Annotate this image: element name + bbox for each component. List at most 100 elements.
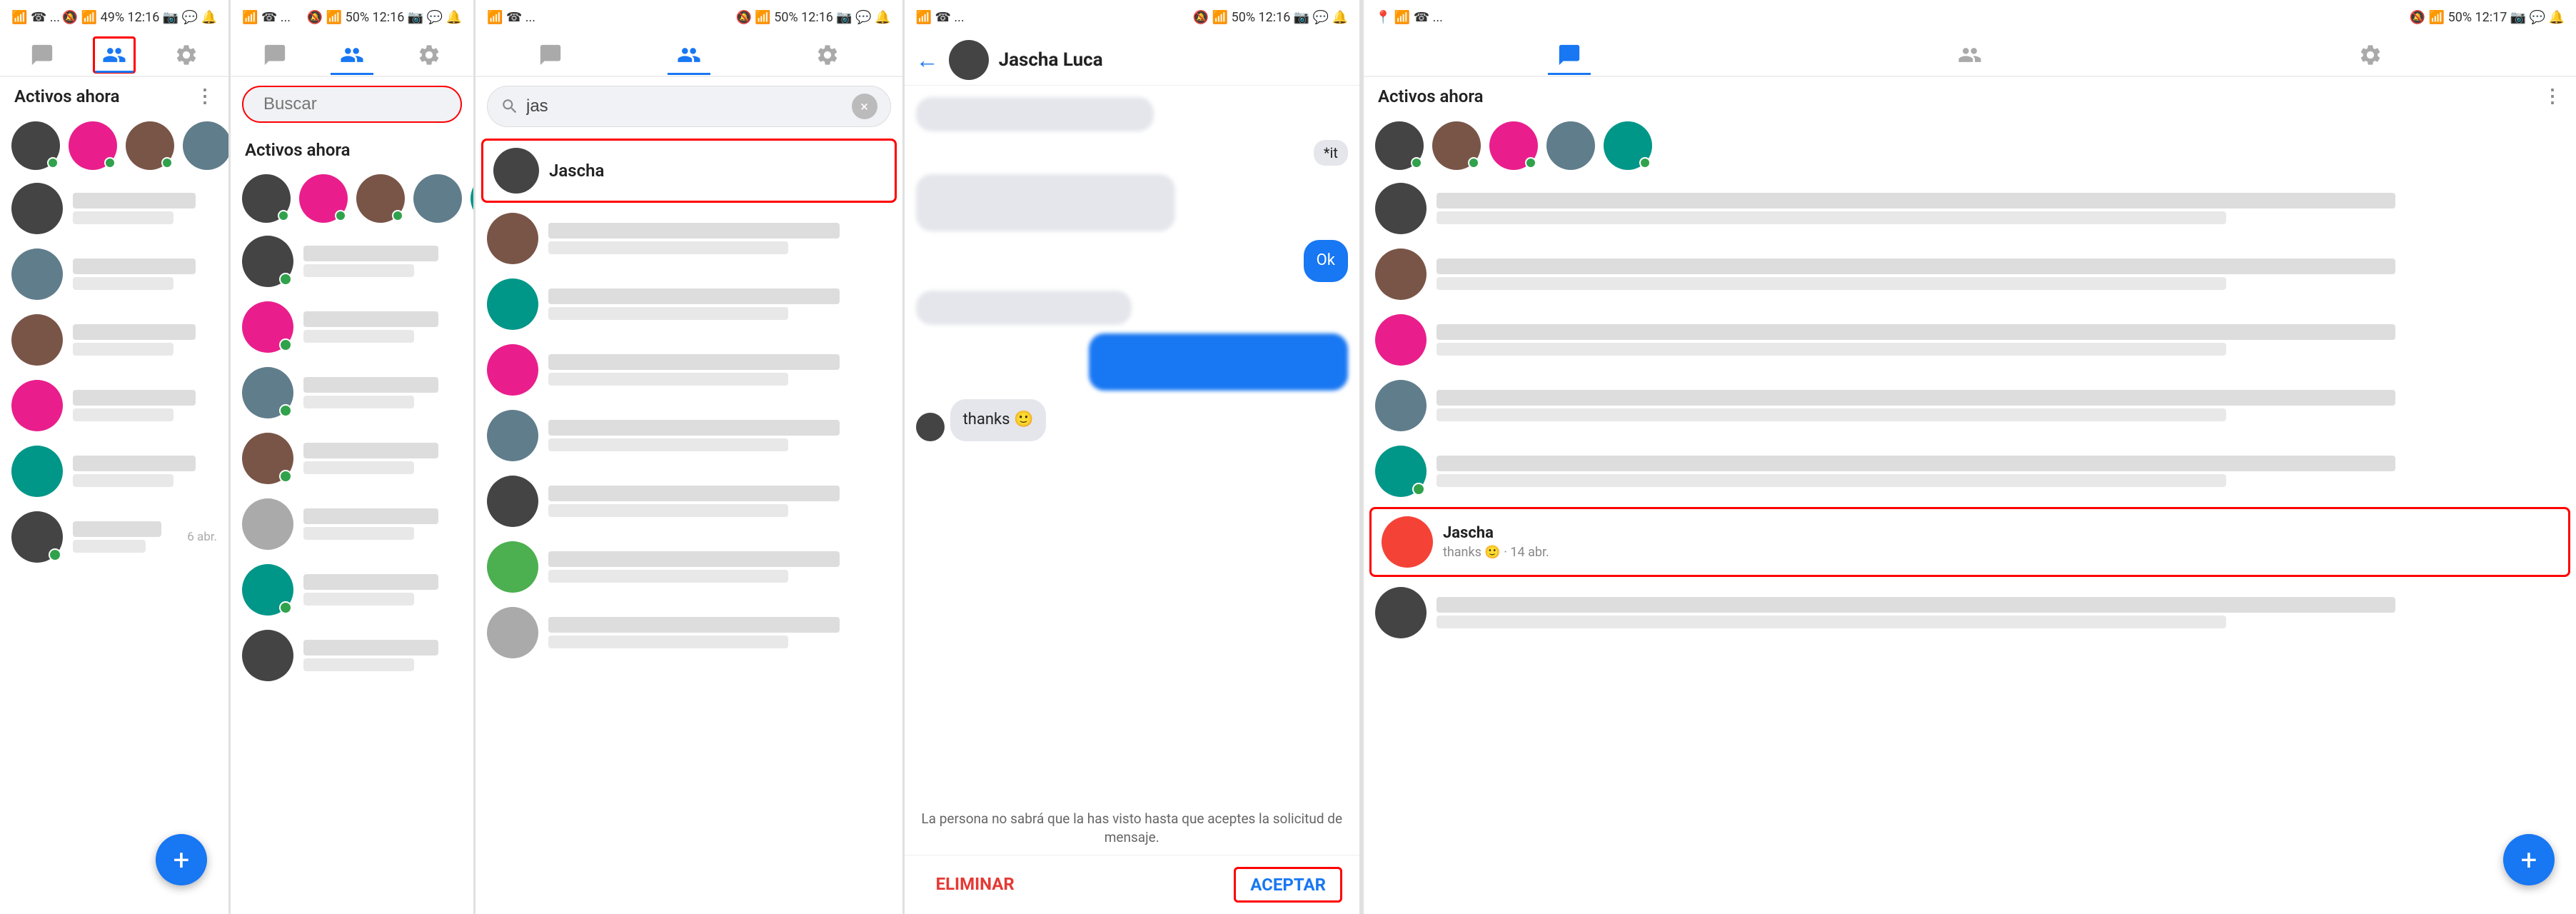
- conv-list-5: Jascha thanks 🙂 · 14 abr.: [1364, 176, 2576, 914]
- active-avatar-1[interactable]: [11, 121, 60, 170]
- conv-item[interactable]: [1364, 373, 2576, 438]
- active-avatar[interactable]: [1546, 121, 1595, 170]
- conv-avatar: [487, 278, 538, 330]
- conv-item[interactable]: [231, 623, 473, 688]
- tab-settings-2[interactable]: [408, 36, 451, 74]
- panel-2: 📶 ☎ ... 🔕 📶 50% 12:16 📷 💬 🔔 Activos ahor…: [231, 0, 473, 914]
- online-indicator: [1468, 157, 1479, 169]
- msg-row: thanks 🙂: [916, 399, 1348, 441]
- search-result-item[interactable]: [476, 206, 902, 271]
- fab-button-5[interactable]: +: [2503, 834, 2555, 885]
- chat-actions: ELIMINAR ACEPTAR: [905, 855, 1359, 914]
- accept-button[interactable]: ACEPTAR: [1234, 867, 1342, 903]
- status-bar-3: 📶 ☎ ... 🔕 📶 50% 12:16 📷 💬 🔔: [476, 0, 902, 34]
- search-results-3: Jascha: [476, 136, 902, 914]
- search-result-item[interactable]: [476, 337, 902, 403]
- conv-item[interactable]: [231, 294, 473, 360]
- search-result-item[interactable]: [476, 403, 902, 468]
- search-bar-wrap-3: ×: [476, 77, 902, 136]
- tab-people-2[interactable]: [331, 36, 373, 74]
- conv-avatar: [487, 410, 538, 461]
- tab-people-3[interactable]: [668, 36, 710, 74]
- conv-item[interactable]: [1364, 438, 2576, 504]
- chat-header-name: Jascha Luca: [999, 49, 1103, 71]
- tab-chat-5[interactable]: [1548, 36, 1591, 74]
- status-right-3: 🔕 📶 50% 12:16 📷 💬 🔔: [735, 10, 890, 25]
- active-avatar-3[interactable]: [126, 121, 174, 170]
- status-left-5: 📍 📶 ☎ ...: [1375, 10, 1443, 25]
- active-avatar[interactable]: [356, 174, 405, 223]
- conv-item[interactable]: [1364, 241, 2576, 307]
- active-avatar[interactable]: [1604, 121, 1652, 170]
- conv-item[interactable]: [231, 557, 473, 623]
- search-input-3[interactable]: [526, 96, 845, 116]
- conv-item[interactable]: [231, 360, 473, 426]
- conv-name: [73, 258, 196, 274]
- clear-search-button-3[interactable]: ×: [852, 94, 877, 119]
- tab-settings-3[interactable]: [806, 36, 849, 74]
- active-avatar[interactable]: [471, 174, 473, 223]
- conv-avatar: [1375, 183, 1427, 234]
- tab-chat-3[interactable]: [529, 36, 572, 74]
- tab-settings-1[interactable]: [165, 36, 208, 74]
- msg-row: [916, 174, 1348, 231]
- conv-item[interactable]: [1364, 580, 2576, 646]
- online-indicator: [47, 157, 59, 169]
- delete-button[interactable]: ELIMINAR: [922, 867, 1029, 903]
- status-bar-4: 📶 ☎ ... 🔕 📶 50% 12:16 📷 💬 🔔: [905, 0, 1359, 34]
- active-avatar[interactable]: [242, 174, 291, 223]
- active-avatar[interactable]: [299, 174, 348, 223]
- conv-preview: [73, 343, 173, 356]
- fab-button-1[interactable]: +: [156, 834, 207, 885]
- conv-name: [73, 193, 196, 209]
- tab-chat-1[interactable]: [21, 36, 64, 74]
- online-indicator: [104, 157, 116, 169]
- conv-item[interactable]: [0, 373, 228, 438]
- conv-item[interactable]: [231, 228, 473, 294]
- conv-item[interactable]: [1364, 176, 2576, 241]
- search-input-2[interactable]: [263, 94, 485, 114]
- online-indicator: [1525, 157, 1536, 169]
- search-result-item[interactable]: [476, 468, 902, 534]
- tab-people-1[interactable]: [93, 36, 136, 74]
- msg-row: [916, 291, 1348, 325]
- tab-chat-2[interactable]: [253, 36, 296, 74]
- section-title-5: Activos ahora: [1378, 86, 1484, 106]
- active-avatar-2[interactable]: [69, 121, 117, 170]
- more-options-1[interactable]: ⋮: [196, 86, 214, 107]
- conv-item[interactable]: [0, 438, 228, 504]
- conv-name: [73, 390, 196, 406]
- search-bar-3[interactable]: ×: [487, 86, 891, 127]
- back-button[interactable]: ←: [916, 46, 939, 74]
- active-avatar[interactable]: [1432, 121, 1481, 170]
- conv-item[interactable]: [1364, 307, 2576, 373]
- active-avatar[interactable]: [413, 174, 462, 223]
- active-avatar[interactable]: [1489, 121, 1538, 170]
- conv-item[interactable]: [0, 241, 228, 307]
- search-result-jascha[interactable]: Jascha: [481, 139, 897, 203]
- conv-item[interactable]: 6 abr.: [0, 504, 228, 570]
- more-options-5[interactable]: ⋮: [2543, 86, 2562, 107]
- conv-avatar: [11, 183, 63, 234]
- conv-avatar: [1375, 587, 1427, 638]
- active-avatar-4[interactable]: [183, 121, 228, 170]
- conv-item-jascha[interactable]: Jascha thanks 🙂 · 14 abr.: [1369, 507, 2570, 577]
- conv-item[interactable]: [0, 307, 228, 373]
- tab-bar-3: [476, 34, 902, 77]
- search-bar-2[interactable]: [242, 86, 462, 123]
- conv-avatar-jascha: [1382, 516, 1433, 568]
- active-avatar[interactable]: [1375, 121, 1424, 170]
- conv-item[interactable]: [231, 426, 473, 491]
- tab-people-5[interactable]: [1948, 36, 1991, 74]
- status-left-2: 📶 ☎ ...: [242, 10, 291, 25]
- message-bubble: [916, 174, 1175, 231]
- search-result-item[interactable]: [476, 271, 902, 337]
- search-result-item[interactable]: [476, 600, 902, 666]
- status-bar-5: 📍 📶 ☎ ... 🔕 📶 50% 12:17 📷 💬 🔔: [1364, 0, 2576, 34]
- conv-item[interactable]: [231, 491, 473, 557]
- tab-settings-5[interactable]: [2349, 36, 2392, 74]
- conv-list-1: 6 abr.: [0, 176, 228, 914]
- conv-item[interactable]: [0, 176, 228, 241]
- message-bubble: thanks 🙂: [950, 399, 1047, 441]
- search-result-item[interactable]: [476, 534, 902, 600]
